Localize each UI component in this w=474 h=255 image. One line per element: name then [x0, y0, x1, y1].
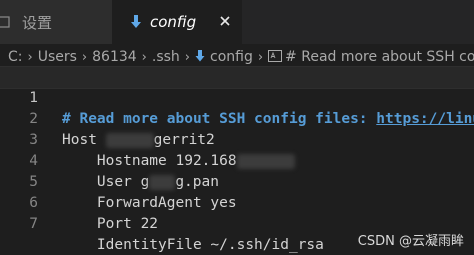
- tab-config[interactable]: config: [112, 0, 242, 44]
- code-line[interactable]: 6 Port 22: [0, 172, 474, 232]
- breadcrumb-item-symbol[interactable]: # Read more about SSH config files: [268, 49, 474, 65]
- breadcrumb-item-users[interactable]: Users: [38, 49, 77, 65]
- code-line[interactable]: 1 # Read more about SSH config files: ht…: [0, 66, 474, 127]
- tab-bar: 设置 config: [0, 0, 474, 44]
- breadcrumb-item-drive[interactable]: C:: [8, 49, 23, 65]
- breadcrumb-item-ssh[interactable]: .ssh: [152, 49, 180, 65]
- breadcrumb-config-label: config: [210, 49, 253, 65]
- chevron-right-icon: ›: [81, 49, 88, 65]
- breadcrumb-symbol-label: # Read more about SSH config files: [285, 49, 474, 65]
- tab-config-label: config: [150, 13, 197, 31]
- download-arrow-icon: [130, 14, 142, 30]
- chevron-right-icon: ›: [257, 49, 264, 65]
- download-arrow-icon: [195, 49, 205, 63]
- code-line[interactable]: 3 Hostname 192.168: [0, 109, 474, 169]
- chevron-right-icon: ›: [184, 49, 190, 65]
- close-icon[interactable]: [218, 14, 232, 28]
- watermark: CSDN @云凝雨眸: [357, 234, 464, 249]
- settings-file-icon: [0, 15, 10, 29]
- code-line[interactable]: 7 IdentityFile ~/.ssh/id_rsa: [0, 193, 474, 253]
- text-symbol-icon: [268, 50, 283, 62]
- line-number: 7: [29, 216, 38, 232]
- line-code: Port 22: [62, 216, 159, 232]
- code-editor[interactable]: 1 # Read more about SSH config files: ht…: [0, 66, 474, 255]
- code-line[interactable]: 2 Host gerrit2: [0, 88, 474, 148]
- editor-window: 设置 config C: › Users › 86134 › .ssh › co…: [0, 0, 474, 255]
- tab-settings[interactable]: 设置: [0, 0, 112, 44]
- breadcrumb-item-config[interactable]: config: [195, 49, 253, 65]
- tab-settings-label: 设置: [22, 13, 53, 32]
- line-code: IdentityFile ~/.ssh/id_rsa: [62, 237, 324, 253]
- breadcrumb-item-user[interactable]: 86134: [92, 49, 137, 65]
- chevron-right-icon: ›: [27, 49, 33, 65]
- code-line[interactable]: 4 User g g.pan: [0, 130, 474, 190]
- chevron-right-icon: ›: [141, 49, 147, 65]
- code-line[interactable]: 5 ForwardAgent yes: [0, 151, 474, 211]
